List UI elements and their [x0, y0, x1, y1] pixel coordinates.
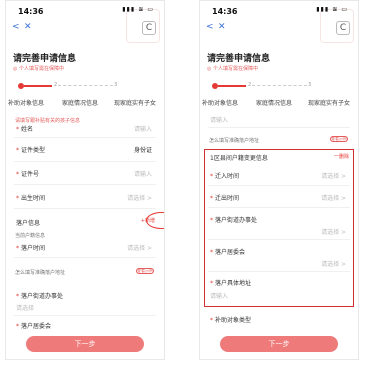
status-time: 14:36 [212, 7, 238, 16]
bottom-action-bar: 下一步 [200, 331, 358, 359]
address-hint: 怎么填写准确落户地址 [15, 270, 66, 276]
next-step-button[interactable]: 下一步 [26, 336, 144, 352]
address-detail-label: 落户具体地址 [215, 280, 252, 287]
refresh-icon[interactable]: C [142, 21, 156, 35]
nav-bar: < ✕ C [200, 21, 358, 37]
right-phone-screen: 14:36 ▮▮▮ ≋ ▭ < ✕ C 请完善申请信息 ◎ 个人填写需在保障中 … [199, 0, 359, 360]
id-number-input[interactable]: 请输入 [134, 169, 152, 178]
signal-wifi-battery-icon: ▮▮▮ ≋ ▭ [316, 6, 348, 13]
street-office-select[interactable]: 请选择 > [321, 227, 346, 236]
next-step-button[interactable]: 下一步 [220, 336, 338, 352]
address-hint: 怎么填写准确落户地址 [209, 138, 260, 144]
committee-label: 落户居委会 [21, 323, 52, 330]
step-label-1[interactable]: 补助对象信息 [8, 98, 44, 107]
step-label-3[interactable]: 现家庭实有子女 [308, 98, 350, 107]
refresh-icon[interactable]: C [336, 21, 350, 35]
step-line-active [24, 85, 52, 87]
back-icon[interactable]: < [12, 22, 20, 32]
name-input[interactable]: 请输入 [134, 124, 152, 133]
left-phone-screen: 14:36 ▮▮▮ ≋ ▭ < ✕ C 请完善申请信息 ◎ 个人填写需在保障中 … [5, 0, 165, 360]
address-detail-input[interactable]: 请输入 [210, 291, 228, 300]
step-label-3[interactable]: 现家庭实有子女 [114, 98, 156, 107]
hint-text: ◎ 个人填写需在保障中 [13, 66, 64, 72]
page-title: 请完善申请信息 [13, 54, 77, 64]
status-bar: 14:36 ▮▮▮ ≋ ▭ [200, 1, 358, 19]
move-in-date-label: 迁入时间 [215, 173, 240, 180]
hukou-date-select[interactable]: 请选择 > [127, 243, 152, 252]
id-number-label: 证件号 [21, 171, 40, 178]
step-2-number: 2 [54, 82, 58, 88]
street-office-label: 落户街道办事处 [21, 293, 64, 300]
hukou-change-title: 1区县间户籍变更信息 [210, 155, 268, 162]
nav-bar: < ✕ C [6, 21, 164, 37]
step-line-pending [58, 85, 113, 86]
step-label-2[interactable]: 家庭情况信息 [256, 98, 292, 107]
status-bar: 14:36 ▮▮▮ ≋ ▭ [6, 1, 164, 19]
view-example-button[interactable]: 查看示例 [136, 268, 154, 274]
step-label-2[interactable]: 家庭情况信息 [62, 98, 98, 107]
hint-text: ◎ 个人填写需在保障中 [207, 66, 258, 72]
step-2-number: 2 [248, 82, 252, 88]
subsidy-type-label: 补助对象类型 [215, 317, 252, 324]
step-line-active [218, 85, 246, 87]
top-input[interactable]: 请输入 [210, 115, 228, 124]
id-type-label: 证件类型 [21, 147, 46, 154]
committee-select[interactable]: 请选择 > [321, 259, 346, 268]
step-progress: 2 3 补助对象信息 家庭情况信息 现家庭实有子女 [6, 79, 164, 109]
bottom-action-bar: 下一步 [6, 331, 164, 359]
birth-date-select[interactable]: 请选择 > [127, 193, 152, 202]
delete-button[interactable]: 一删除 [334, 153, 349, 160]
tip-text: 请填写跟补贴有关的孩子信息 [15, 118, 81, 124]
birth-date-label: 出生时间 [21, 195, 46, 202]
step-3-number: 3 [308, 82, 312, 88]
step-progress: 2 3 补助对象信息 家庭情况信息 现家庭实有子女 [200, 79, 358, 109]
status-time: 14:36 [18, 7, 44, 16]
highlight-circle [146, 212, 164, 229]
step-3-number: 3 [114, 82, 118, 88]
move-in-date-select[interactable]: 请选择 > [321, 171, 346, 180]
hukou-info-label: 落户信息 [16, 220, 41, 227]
move-out-date-label: 迁出时间 [215, 195, 240, 202]
street-office-select[interactable]: 请选择 [16, 303, 34, 312]
hukou-date-label: 落户时间 [21, 245, 46, 252]
close-icon[interactable]: ✕ [218, 22, 226, 32]
close-icon[interactable]: ✕ [24, 22, 32, 32]
signal-wifi-battery-icon: ▮▮▮ ≋ ▭ [122, 6, 154, 13]
back-icon[interactable]: < [206, 22, 214, 32]
street-office-label: 落户街道办事处 [215, 217, 258, 224]
id-type-value[interactable]: 身份证 [134, 145, 152, 154]
step-label-1[interactable]: 补助对象信息 [202, 98, 238, 107]
move-out-date-select[interactable]: 请选择 > [321, 193, 346, 202]
committee-label: 落户居委会 [215, 249, 246, 256]
name-label: 姓名 [21, 126, 34, 133]
current-hukou-section-title: 当前户籍信息 [15, 233, 46, 239]
view-example-button[interactable]: 查看示例 [330, 136, 348, 142]
step-line-pending [252, 85, 307, 86]
page-title: 请完善申请信息 [207, 54, 271, 64]
